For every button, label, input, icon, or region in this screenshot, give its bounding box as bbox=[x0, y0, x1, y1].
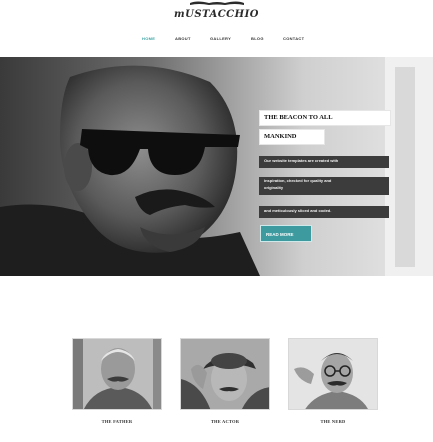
hero-text-line: Our website templates are created with bbox=[259, 156, 389, 168]
actor-photo bbox=[181, 339, 269, 409]
nav-home[interactable]: home bbox=[142, 36, 155, 41]
nav-contact[interactable]: contact bbox=[283, 36, 304, 41]
hero-text-line: and meticulously sliced and coded. bbox=[259, 206, 389, 218]
feature-caption-nerd[interactable]: THE NERD bbox=[288, 419, 378, 424]
father-photo bbox=[73, 339, 161, 409]
main-nav: home about gallery blog contact bbox=[0, 36, 433, 46]
logo-text: mUSTACCHIO bbox=[174, 9, 259, 20]
nav-about[interactable]: about bbox=[175, 36, 191, 41]
feature-thumb-nerd[interactable] bbox=[288, 338, 378, 410]
hero-title-line1: THE BEACON TO ALL bbox=[259, 110, 391, 126]
site-logo[interactable]: mUSTACCHIO bbox=[0, 0, 433, 26]
mustache-icon bbox=[190, 1, 244, 5]
feature-caption-father[interactable]: THE FATHER bbox=[72, 419, 162, 424]
nav-gallery[interactable]: gallery bbox=[210, 36, 231, 41]
feature-thumb-father[interactable] bbox=[72, 338, 162, 410]
read-more-button[interactable]: READ MORE bbox=[260, 225, 312, 242]
feature-thumb-actor[interactable] bbox=[180, 338, 270, 410]
hero-text-line: inspiration, checked for quality and bbox=[259, 177, 389, 185]
hero-text-line: originality bbox=[259, 185, 389, 195]
nerd-photo bbox=[289, 339, 377, 409]
feature-caption-actor[interactable]: THE ACTOR bbox=[180, 419, 270, 424]
nav-blog[interactable]: blog bbox=[251, 36, 264, 41]
hero-title-line2: MANKIND bbox=[259, 129, 325, 145]
